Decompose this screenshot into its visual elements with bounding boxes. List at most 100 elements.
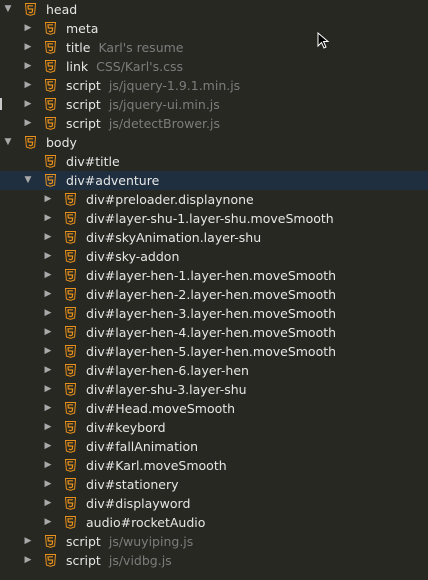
tree-row[interactable]: ▶ div#layer-hen-5.layer-hen.moveSmooth [0, 342, 428, 361]
tree-row[interactable]: ▶ div#layer-hen-3.layer-hen.moveSmooth [0, 304, 428, 323]
tree-row[interactable]: ▼ div#adventure [0, 171, 428, 190]
node-tag: meta [66, 21, 99, 36]
tree-row[interactable]: ▶ audio#rocketAudio [0, 513, 428, 532]
tree-row[interactable]: ▶ div#layer-hen-2.layer-hen.moveSmooth [0, 285, 428, 304]
tree-row[interactable]: ▶ div#layer-hen-6.layer-hen [0, 361, 428, 380]
node-tag: div#layer-hen-4.layer-hen.moveSmooth [86, 325, 337, 340]
html5-file-icon [65, 497, 76, 510]
tree-row[interactable]: ▶ meta [0, 19, 428, 38]
html5-file-icon [65, 440, 76, 453]
html5-file-icon [65, 250, 76, 263]
chevron-right-icon[interactable]: ▶ [42, 418, 54, 437]
chevron-right-icon[interactable]: ▶ [22, 76, 34, 95]
tree-node-label: div#layer-hen-4.layer-hen.moveSmooth [86, 323, 336, 342]
tree-row[interactable]: ▶ div#layer-shu-1.layer-shu.moveSmooth [0, 209, 428, 228]
chevron-right-icon[interactable]: ▶ [22, 57, 34, 76]
html5-file-icon [45, 22, 56, 35]
tree-row[interactable]: ▶ script js/wuyiping.js [0, 532, 428, 551]
tree-row[interactable]: div#title [0, 152, 428, 171]
chevron-right-icon[interactable]: ▶ [22, 95, 34, 114]
tree-row[interactable]: ▶ div#Head.moveSmooth [0, 399, 428, 418]
chevron-right-icon[interactable]: ▶ [42, 361, 54, 380]
node-tag: head [46, 2, 78, 17]
chevron-down-icon[interactable]: ▼ [2, 133, 14, 152]
tree-row[interactable]: ▶ div#skyAnimation.layer-shu [0, 228, 428, 247]
html5-file-icon [65, 193, 76, 206]
chevron-down-icon[interactable]: ▼ [22, 171, 34, 190]
node-tag: div#layer-hen-2.layer-hen.moveSmooth [86, 287, 337, 302]
tree-row[interactable]: ▶ script js/vidbg.js [0, 551, 428, 570]
html5-file-icon [25, 3, 36, 16]
chevron-right-icon[interactable]: ▶ [42, 190, 54, 209]
chevron-right-icon[interactable]: ▶ [42, 285, 54, 304]
tree-row[interactable]: ▶ div#preloader.displaynone [0, 190, 428, 209]
html5-file-icon [65, 478, 76, 491]
chevron-right-icon[interactable]: ▶ [42, 437, 54, 456]
chevron-right-icon[interactable]: ▶ [42, 513, 54, 532]
tree-row[interactable]: ▶ div#displayword [0, 494, 428, 513]
node-tag: div#layer-hen-6.layer-hen [86, 363, 249, 378]
tree-node-label: link CSS/Karl's.css [66, 57, 183, 76]
html5-file-icon [45, 554, 56, 567]
tree-row[interactable]: ▶ div#Karl.moveSmooth [0, 456, 428, 475]
html5-file-icon [65, 516, 76, 529]
tree-node-label: script js/detectBrower.js [66, 114, 220, 133]
chevron-right-icon[interactable]: ▶ [42, 494, 54, 513]
tree-node-label: div#Karl.moveSmooth [86, 456, 227, 475]
tree-row[interactable]: ▶ div#fallAnimation [0, 437, 428, 456]
tree-row[interactable]: ▶ div#layer-hen-1.layer-hen.moveSmooth [0, 266, 428, 285]
html5-file-icon [65, 231, 76, 244]
chevron-right-icon[interactable]: ▶ [42, 228, 54, 247]
chevron-right-icon[interactable]: ▶ [42, 209, 54, 228]
tree-node-label: div#sky-addon [86, 247, 179, 266]
tree-row[interactable]: ▶ div#keybord [0, 418, 428, 437]
tree-row[interactable]: ▼ head [0, 0, 428, 19]
node-tag: script [66, 116, 101, 131]
tree-row[interactable]: ▶ div#layer-hen-4.layer-hen.moveSmooth [0, 323, 428, 342]
node-detail: Karl's resume [98, 40, 184, 55]
tree-row[interactable]: ▶ link CSS/Karl's.css [0, 57, 428, 76]
chevron-right-icon[interactable]: ▶ [42, 304, 54, 323]
node-tag: title [66, 40, 91, 55]
node-detail: js/wuyiping.js [108, 534, 194, 549]
chevron-right-icon[interactable]: ▶ [42, 399, 54, 418]
tree-node-label: div#adventure [66, 171, 159, 190]
html5-file-icon [65, 421, 76, 434]
node-detail: js/jquery-ui.min.js [108, 97, 220, 112]
node-tag: div#displayword [86, 496, 191, 511]
html5-file-icon [65, 345, 76, 358]
chevron-down-icon[interactable]: ▼ [2, 0, 14, 19]
html5-file-icon [25, 136, 36, 149]
tree-row[interactable]: ▶ script js/jquery-ui.min.js [0, 95, 428, 114]
tree-row[interactable]: ▶ div#stationery [0, 475, 428, 494]
node-tag: div#fallAnimation [86, 439, 199, 454]
node-tag: div#sky-addon [86, 249, 180, 264]
chevron-right-icon[interactable]: ▶ [22, 38, 34, 57]
tree-row[interactable]: ▶ div#layer-shu-3.layer-shu [0, 380, 428, 399]
html5-file-icon [65, 459, 76, 472]
chevron-right-icon[interactable]: ▶ [22, 551, 34, 570]
tree-node-label: div#layer-shu-1.layer-shu.moveSmooth [86, 209, 334, 228]
chevron-right-icon[interactable]: ▶ [22, 19, 34, 38]
html5-file-icon [45, 41, 56, 54]
chevron-right-icon[interactable]: ▶ [42, 380, 54, 399]
tree-row[interactable]: ▼ body [0, 133, 428, 152]
tree-row[interactable]: ▶ script js/detectBrower.js [0, 114, 428, 133]
tree-row[interactable]: ▶ div#sky-addon [0, 247, 428, 266]
tree-row[interactable]: ▶ title Karl's resume [0, 38, 428, 57]
chevron-right-icon[interactable]: ▶ [42, 323, 54, 342]
tree-node-label: div#keybord [86, 418, 166, 437]
tree-row[interactable]: ▶ script js/jquery-1.9.1.min.js [0, 76, 428, 95]
chevron-right-icon[interactable]: ▶ [42, 266, 54, 285]
chevron-right-icon[interactable]: ▶ [42, 456, 54, 475]
chevron-right-icon[interactable]: ▶ [42, 247, 54, 266]
html5-file-icon [45, 98, 56, 111]
chevron-right-icon[interactable]: ▶ [42, 342, 54, 361]
html5-file-icon [65, 212, 76, 225]
chevron-right-icon[interactable]: ▶ [22, 532, 34, 551]
tree-node-label: title Karl's resume [66, 38, 183, 57]
node-tag: script [66, 553, 101, 568]
chevron-right-icon[interactable]: ▶ [22, 114, 34, 133]
tree-node-label: div#layer-hen-5.layer-hen.moveSmooth [86, 342, 336, 361]
chevron-right-icon[interactable]: ▶ [42, 475, 54, 494]
